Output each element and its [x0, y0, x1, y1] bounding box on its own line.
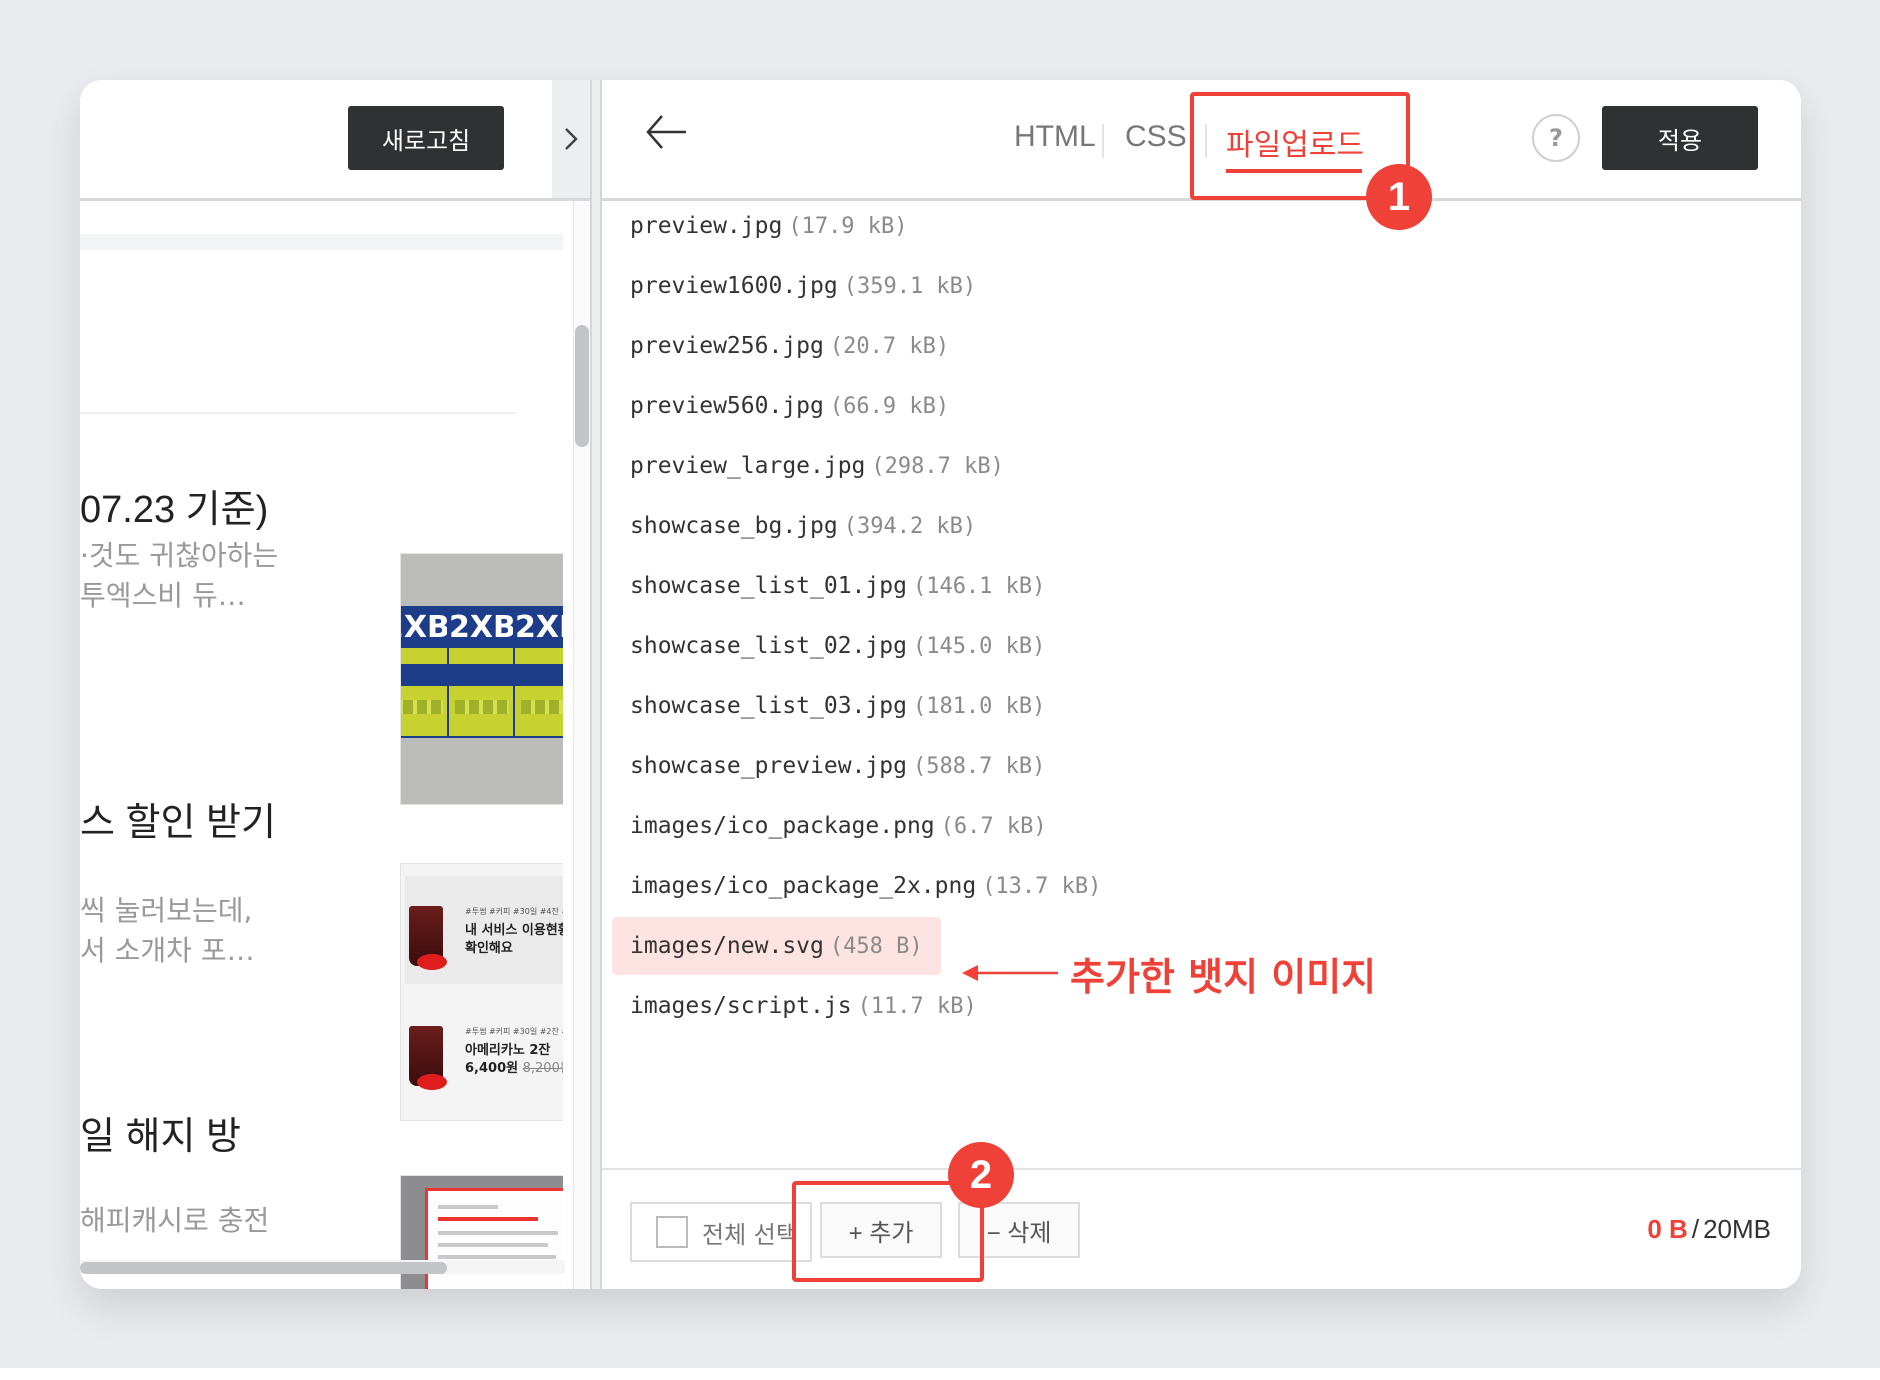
thumb-tags: #투썸 #커피 #30일 #4잔 #아무때	[465, 907, 563, 916]
file-size: (588.7 kB)	[912, 753, 1046, 779]
callout-arrow-icon	[962, 965, 1058, 981]
back-button[interactable]	[642, 108, 690, 156]
file-item[interactable]: preview_large.jpg (298.7 kB)	[630, 441, 1004, 491]
select-all-toggle[interactable]: 전체 선택	[630, 1202, 812, 1262]
thumb-line: 내 서비스 이용현황	[465, 923, 563, 938]
article-desc: 서 소개차 포…	[80, 934, 255, 967]
file-size: (66.9 kB)	[829, 393, 950, 419]
file-item[interactable]: showcase_bg.jpg (394.2 kB)	[630, 501, 976, 551]
file-item[interactable]: images/ico_package_2x.png (13.7 kB)	[630, 861, 1101, 911]
file-name: images/script.js	[630, 993, 852, 1019]
thumb-line: 확인해요	[465, 941, 513, 956]
storage-used: 0 B	[1647, 1214, 1688, 1244]
preview-vertical-scroll-thumb[interactable]	[575, 325, 589, 447]
preview-divider-bar	[80, 234, 563, 250]
file-item[interactable]: showcase_preview.jpg (588.7 kB)	[630, 741, 1045, 791]
tab-css[interactable]: CSS	[1125, 120, 1187, 154]
file-name: preview.jpg	[630, 213, 783, 239]
help-button[interactable]: ?	[1532, 114, 1580, 162]
thumb-old-price: 8,200원	[522, 1061, 563, 1076]
thumb-tags: #투썸 #커피 #30일 #2잔 #아무때	[465, 1027, 563, 1036]
file-name: images/ico_package.png	[630, 813, 935, 839]
file-actions-bar: 전체 선택 + 추가 − 삭제 0 B/20MB	[602, 1168, 1801, 1289]
file-name: images/ico_package_2x.png	[630, 873, 977, 899]
file-item[interactable]: showcase_list_02.jpg (145.0 kB)	[630, 621, 1045, 671]
file-size: (146.1 kB)	[912, 573, 1046, 599]
file-item[interactable]: preview.jpg (17.9 kB)	[630, 201, 908, 251]
article-desc: ·것도 귀찮아하는	[80, 539, 279, 572]
file-size: (11.7 kB)	[857, 993, 977, 1019]
tab-html[interactable]: HTML	[1014, 120, 1096, 154]
file-item-highlighted[interactable]: images/new.svg (458 B)	[612, 917, 941, 975]
box-text: 2XB	[401, 608, 450, 648]
file-item[interactable]: images/script.js (11.7 kB)	[630, 981, 977, 1031]
apply-button[interactable]: 적용	[1602, 106, 1758, 170]
file-size: (359.1 kB)	[843, 273, 977, 299]
article-title[interactable]: 07.23 기준)	[80, 478, 268, 533]
file-size: (20.7 kB)	[829, 333, 950, 359]
article-desc: 투엑스비 듀…	[80, 579, 246, 612]
preview-header: 새로고침	[80, 80, 552, 201]
select-all-label: 전체 선택	[702, 1220, 798, 1249]
file-name: showcase_list_02.jpg	[630, 633, 907, 659]
preview-horizontal-scroll-thumb[interactable]	[80, 1262, 447, 1274]
file-name: preview560.jpg	[630, 393, 824, 419]
file-name: showcase_list_03.jpg	[630, 693, 907, 719]
chevron-right-icon	[565, 128, 578, 150]
file-item[interactable]: showcase_list_01.jpg (146.1 kB)	[630, 561, 1045, 611]
tab-separator	[1102, 124, 1104, 158]
storage-total: 20MB	[1703, 1214, 1771, 1244]
thumb-price: 6,400원	[465, 1061, 519, 1076]
article-title[interactable]: 일 해지 방	[80, 1105, 241, 1160]
box-text: 2XB	[449, 608, 516, 648]
storage-separator: /	[1691, 1214, 1700, 1244]
article-title[interactable]: 스 할인 받기	[80, 791, 276, 846]
file-size: (298.7 kB)	[871, 453, 1004, 479]
article-thumbnail[interactable]: #투썸 #커피 #30일 #4잔 #아무때 내 서비스 이용현황 확인해요 #투…	[400, 863, 563, 1121]
file-size: (145.0 kB)	[912, 633, 1046, 659]
article-thumbnail[interactable]: 2XB 2XB 2XB 2XB	[400, 553, 563, 805]
file-name: showcase_preview.jpg	[630, 753, 907, 779]
collapse-preview-button[interactable]	[552, 80, 590, 201]
pane-resize-handle[interactable]	[590, 80, 602, 1289]
page-bottom-strip	[0, 1368, 1880, 1380]
file-name: showcase_bg.jpg	[630, 513, 838, 539]
file-list: preview.jpg (17.9 kB) preview1600.jpg (359…	[602, 201, 1801, 1168]
preview-content[interactable]: 07.23 기준) ·것도 귀찮아하는 투엑스비 듀… 2XB 2XB 2XB …	[80, 201, 563, 1289]
file-size: (181.0 kB)	[912, 693, 1046, 719]
file-item[interactable]: preview256.jpg (20.7 kB)	[630, 321, 949, 371]
thumb-line: 아메리카노 2잔	[465, 1043, 551, 1058]
step-badge-2: 2	[948, 1142, 1014, 1208]
box-text: 2XB	[515, 608, 563, 648]
step-badge-1: 1	[1366, 164, 1432, 230]
file-name: preview1600.jpg	[630, 273, 838, 299]
article-desc: 해피캐시로 충전	[80, 1204, 270, 1237]
article-desc: 씩 눌러보는데,	[80, 894, 253, 927]
file-size: (17.9 kB)	[788, 213, 908, 239]
file-size: (6.7 kB)	[940, 813, 1047, 839]
file-name: showcase_list_01.jpg	[630, 573, 907, 599]
arrow-left-icon	[646, 115, 686, 149]
file-item[interactable]: preview1600.jpg (359.1 kB)	[630, 261, 976, 311]
select-all-checkbox[interactable]	[656, 1216, 688, 1248]
file-name: preview256.jpg	[630, 333, 824, 359]
callout-label: 추가한 뱃지 이미지	[1070, 955, 1377, 999]
file-item[interactable]: preview560.jpg (66.9 kB)	[630, 381, 949, 431]
file-size: (458 B)	[829, 933, 923, 959]
file-size: (13.7 kB)	[982, 873, 1102, 899]
refresh-button[interactable]: 새로고침	[348, 106, 504, 170]
file-item[interactable]: showcase_list_03.jpg (181.0 kB)	[630, 681, 1045, 731]
file-name: images/new.svg	[630, 933, 824, 959]
file-size: (394.2 kB)	[843, 513, 977, 539]
file-item[interactable]: images/ico_package.png (6.7 kB)	[630, 801, 1047, 851]
file-name: preview_large.jpg	[630, 453, 866, 479]
preview-separator	[80, 412, 516, 414]
storage-usage: 0 B/20MB	[1647, 1214, 1771, 1245]
editor-window: 새로고침 07.23 기준) ·것도 귀찮아하는 투엑스비 듀… 2XB 2XB…	[80, 80, 1801, 1289]
